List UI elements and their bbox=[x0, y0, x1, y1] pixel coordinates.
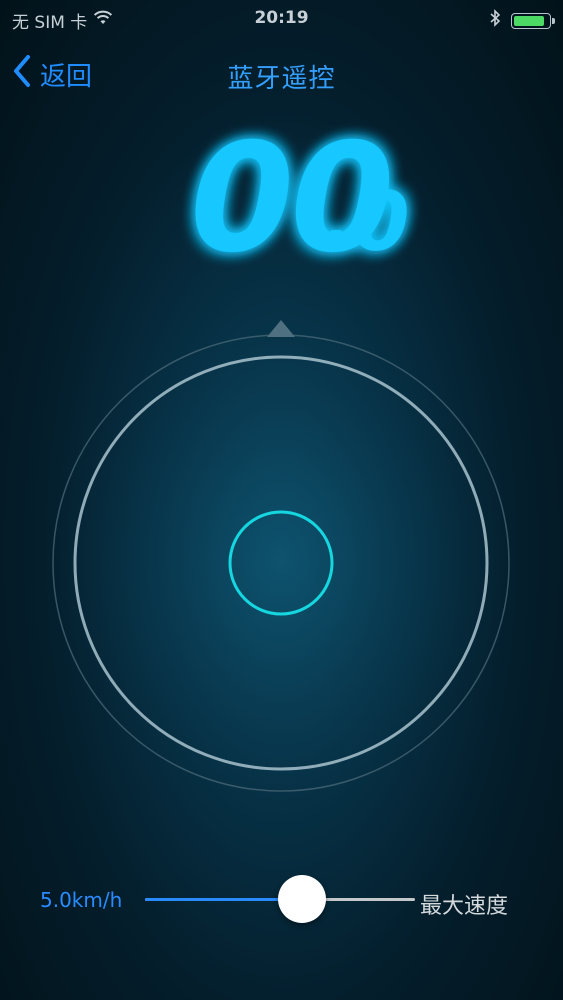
slider-value-label: 5.0km/h bbox=[40, 888, 123, 912]
status-bar: 无 SIM 卡 20:19 bbox=[0, 0, 563, 38]
joystick[interactable] bbox=[0, 310, 563, 810]
max-speed-label: 最大速度 bbox=[420, 894, 509, 919]
nav-bar: 返回 蓝牙遥控 bbox=[0, 48, 563, 100]
page-title: 蓝牙遥控 bbox=[227, 64, 336, 94]
battery-level bbox=[514, 15, 545, 26]
direction-indicator-icon bbox=[267, 320, 295, 337]
max-speed-slider[interactable] bbox=[145, 875, 415, 923]
max-speed-slider-row: 5.0km/h 最大速度 bbox=[0, 872, 563, 928]
status-time: 20:19 bbox=[254, 8, 309, 28]
status-right bbox=[489, 9, 555, 32]
battery-tip bbox=[552, 17, 555, 24]
battery-icon bbox=[511, 12, 555, 29]
speed-readout: 00 0 bbox=[174, 111, 418, 286]
speed-display: 00 0 bbox=[0, 110, 563, 286]
slider-thumb[interactable] bbox=[277, 875, 326, 923]
bluetooth-icon bbox=[489, 9, 501, 32]
joystick-area[interactable] bbox=[0, 310, 563, 810]
